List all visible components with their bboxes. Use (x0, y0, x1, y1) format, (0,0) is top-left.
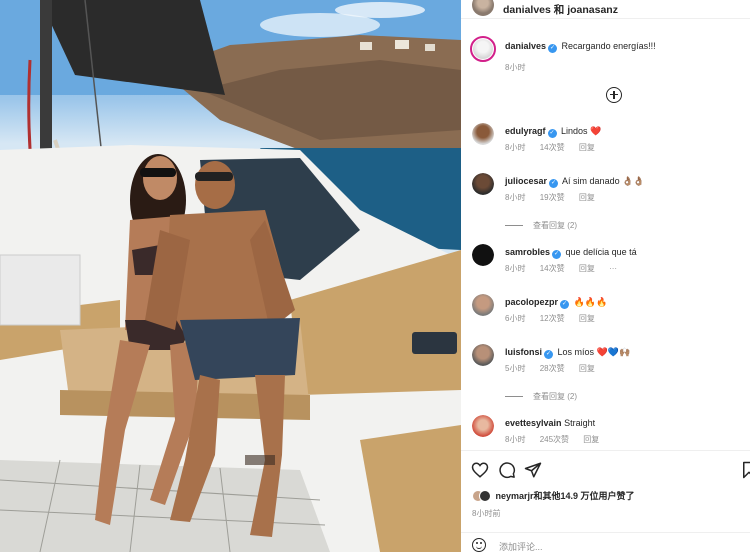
emoji-icon[interactable] (472, 538, 486, 552)
view-replies-button[interactable]: 查看回复 (2) (505, 220, 577, 231)
comment-meta: 8小时 245次赞 回复 (505, 434, 611, 445)
comment-time: 8小时 (505, 193, 526, 202)
yacht-photo-illustration (0, 0, 461, 552)
header-usernames[interactable]: danialves 和 joanasanz (503, 2, 618, 17)
save-bookmark-icon[interactable] (740, 461, 750, 479)
comment-likes[interactable]: 245次赞 (540, 435, 569, 444)
more-options-icon[interactable]: ··· (609, 264, 617, 273)
comment-likes[interactable]: 12次赞 (540, 314, 565, 323)
comment-avatar[interactable] (472, 294, 494, 316)
reply-button[interactable]: 回复 (579, 193, 595, 202)
comment-text: 🔥🔥🔥 (573, 297, 608, 307)
verified-icon: ✓ (547, 129, 557, 138)
comment-time: 6小时 (505, 314, 526, 323)
likes-summary[interactable]: neymarjr和其他14.9 万位用户赞了 (472, 489, 635, 502)
reply-button[interactable]: 回复 (579, 314, 595, 323)
reply-button[interactable]: 回复 (583, 435, 599, 444)
verified-icon: ✓ (548, 44, 558, 53)
load-more-comments-icon[interactable] (606, 87, 622, 103)
comment-text: que delícia que tá (565, 247, 637, 257)
caption-avatar[interactable] (470, 36, 496, 62)
verified-icon: ✓ (549, 179, 559, 188)
comment-text: Straight (564, 418, 596, 428)
comment-time: 8小时 (505, 435, 526, 444)
comment-avatar[interactable] (472, 344, 494, 366)
comment-text: Lindos ❤️ (561, 126, 602, 136)
comment-time: 5小时 (505, 364, 526, 373)
comment-username[interactable]: samrobles (505, 247, 550, 257)
comment-username[interactable]: pacolopezpr (505, 297, 558, 307)
comment-avatar[interactable] (472, 173, 494, 195)
caption-time: 8小时 (505, 63, 526, 72)
view-replies-button[interactable]: 查看回复 (2) (505, 391, 577, 402)
comment-likes[interactable]: 28次赞 (540, 364, 565, 373)
like-heart-icon[interactable] (471, 461, 489, 479)
comment-meta: 8小时 14次赞 回复 ··· (505, 263, 629, 274)
comment-username[interactable]: luisfonsi (505, 347, 542, 357)
comment-text: Aí sim danado 👌🏽👌🏽 (562, 176, 645, 186)
comment-likes[interactable]: 14次赞 (540, 264, 565, 273)
comment-icon[interactable] (498, 461, 516, 479)
comment-meta: 8小时 14次赞 回复 (505, 142, 607, 153)
header-avatar[interactable] (472, 0, 494, 16)
comment-avatar[interactable] (472, 415, 494, 437)
caption-username[interactable]: danialves (505, 41, 546, 51)
reply-button[interactable]: 回复 (579, 264, 595, 273)
likes-count-text[interactable]: neymarjr和其他14.9 万位用户赞了 (496, 491, 635, 501)
reply-button[interactable]: 回复 (579, 364, 595, 373)
liker-avatar (479, 489, 491, 502)
post-header: danialves 和 joanasanz (461, 0, 750, 19)
verified-icon: ✓ (560, 300, 570, 309)
reply-button[interactable]: 回复 (579, 143, 595, 152)
post-sidebar: danialves 和 joanasanz danialves ✓ Recarga… (461, 0, 750, 552)
caption-text: Recargando energías!!! (561, 41, 656, 51)
post-timestamp: 8小时前 (472, 509, 501, 518)
comment-meta: 6小时 12次赞 回复 (505, 313, 607, 324)
comment-time: 8小时 (505, 143, 526, 152)
verified-icon: ✓ (544, 350, 554, 359)
comment-username[interactable]: juliocesar (505, 176, 547, 186)
comment-avatar[interactable] (472, 123, 494, 145)
comment-username[interactable]: evettesylvain (505, 418, 562, 428)
share-icon[interactable] (524, 461, 542, 479)
comment-username[interactable]: edulyragf (505, 126, 546, 136)
comment-likes[interactable]: 19次赞 (540, 193, 565, 202)
verified-icon: ✓ (552, 250, 562, 259)
comment-time: 8小时 (505, 264, 526, 273)
comment-meta: 5小时 28次赞 回复 (505, 363, 607, 374)
comment-text: Los míos ❤️💙🙌🏽 (557, 347, 631, 357)
post-photo (0, 0, 461, 552)
comment-avatar[interactable] (472, 244, 494, 266)
comment-meta: 8小时 19次赞 回复 (505, 192, 607, 203)
comment-likes[interactable]: 14次赞 (540, 143, 565, 152)
add-comment-input[interactable]: 添加评论... (499, 540, 543, 552)
add-comment-bar: 添加评论... (461, 532, 750, 552)
post-actions-bar (461, 450, 750, 480)
